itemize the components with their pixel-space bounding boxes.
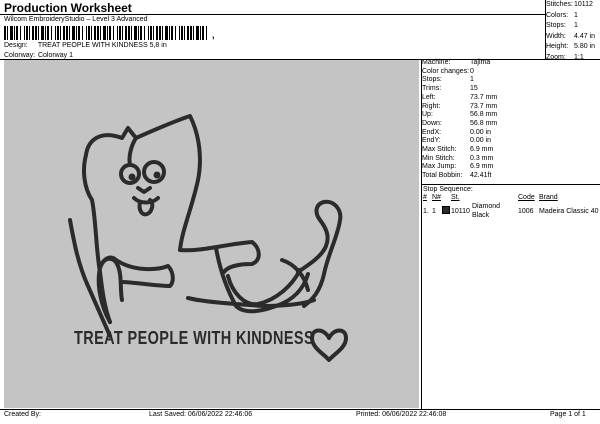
cat-arm-left [98,255,175,288]
info-trims: Trims: 15 [422,85,478,93]
software-name: Wilcom EmbroideryStudio – Level 3 Advanc… [4,16,148,23]
col-brand: Brand [539,194,558,201]
info-min-stitch: Min Stitch: 0.3 mm [422,154,494,162]
stat-stitches: Stitches: 10112 [546,1,593,8]
stats-panel: Stitches: 10112 Colors: 1 Stops: 1 Width: 4.… [546,0,600,63]
machine-info-panel: Machine: Tajima Color changes: 0 Stops: 1 T… [422,59,600,181]
info-left: Left: 73.7 mm [422,93,498,101]
info-color-changes: Color changes: 0 [422,67,474,75]
page-number: Page 1 of 1 [550,411,586,418]
footer-divider [0,409,600,410]
info-up: Up: 56.8 mm [422,111,498,119]
table-row: 1. 1 10110 Diamond Black 1006 Madeira Cl… [423,203,599,219]
cat-tail [296,199,343,308]
info-max-jump: Max Jump: 6.9 mm [422,163,494,171]
info-endx: EndX: 0.00 in [422,128,492,136]
cat-body-left [82,153,112,324]
stat-width: Width: 4.47 in [546,32,596,40]
info-right: Right: 73.7 mm [422,102,498,110]
created-by: Created By: [4,411,41,418]
info-max-stitch: Max Stitch: 6.9 mm [422,146,494,154]
stop-sequence: Stop Sequence: # N# St. Code Brand 1. 1 … [423,185,600,220]
heart-shape [310,328,348,362]
col-n: N# [432,194,441,201]
design-value: TREAT PEOPLE WITH KINDNESS 5,8 in [37,42,167,49]
design-label: Design: [4,42,28,49]
design-preview: TREAT PEOPLE WITH KINDNESS [4,60,419,408]
design-row: Design: TREAT PEOPLE WITH KINDNESS 5,8 i… [4,42,167,49]
stop-sequence-header: # N# St. Code Brand [423,194,600,202]
cat-mouth [132,196,160,205]
printed-date: Printed: 06/06/2022 22:46:08 [356,411,447,418]
last-saved: Last Saved: 06/06/2022 22:46:06 [149,411,253,418]
cat-leg-front [68,218,112,338]
info-total-bobbin: Total Bobbin: 42.41ft [422,172,492,180]
header-divider [0,14,546,15]
barcode [4,26,207,40]
cat-nose [136,186,152,194]
stat-stops: Stops: 1 [546,22,578,29]
col-num: # [423,194,427,201]
cat-eye-left [119,163,141,185]
stat-height: Height: 5.80 in [546,43,596,50]
cat-head-outline [84,114,202,252]
embroidery-artwork: TREAT PEOPLE WITH KINDNESS [68,114,348,362]
cat-eye-right [142,160,166,184]
info-down: Down: 56.8 mm [422,119,498,127]
cat-ear-line [127,136,138,166]
info-endy: EndY: 0.00 in [422,137,492,145]
colorway-row: Colorway: Colorway 1 [4,52,73,59]
info-machine: Machine: Tajima [422,59,491,66]
stop-sequence-title: Stop Sequence: [423,186,473,193]
col-st: St. [451,194,460,201]
page-title: Production Worksheet [4,1,132,15]
thread-color-swatch [442,205,450,214]
barcode-suffix: , [212,30,215,40]
stat-colors: Colors: 1 [546,11,578,19]
colorway-label: Colorway: [4,52,36,59]
colorway-value: Colorway 1 [37,52,73,59]
design-lettering: TREAT PEOPLE WITH KINDNESS [74,328,314,348]
col-code: Code [518,194,535,201]
info-stops: Stops: 1 [422,76,474,84]
